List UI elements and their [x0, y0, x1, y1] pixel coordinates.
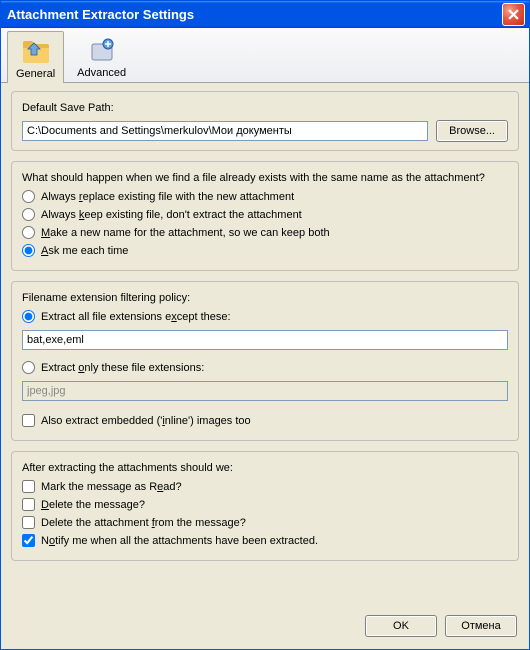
- check-label: Delete the message?: [41, 499, 145, 511]
- overwrite-group: What should happen when we find a file a…: [11, 161, 519, 271]
- radio-keep[interactable]: Always keep existing file, don't extract…: [22, 208, 508, 221]
- radio-input[interactable]: [22, 244, 35, 257]
- radio-label: Make a new name for the attachment, so w…: [41, 227, 330, 239]
- check-label: Notify me when all the attachments have …: [41, 535, 318, 547]
- filter-group: Filename extension filtering policy: Ext…: [11, 281, 519, 441]
- close-icon: [508, 9, 519, 20]
- radio-input[interactable]: [22, 226, 35, 239]
- cancel-button[interactable]: Отмена: [445, 615, 517, 637]
- radio-except[interactable]: Extract all file extensions except these…: [22, 310, 508, 323]
- check-delete-msg[interactable]: Delete the message?: [22, 498, 508, 511]
- tab-bar: General Advanced: [1, 28, 529, 83]
- tab-label: General: [16, 68, 55, 80]
- save-path-label: Default Save Path:: [22, 102, 508, 114]
- radio-rename[interactable]: Make a new name for the attachment, so w…: [22, 226, 508, 239]
- advanced-icon: [86, 34, 118, 66]
- dialog-footer: OK Отмена: [1, 607, 529, 649]
- settings-window: Attachment Extractor Settings General Ad…: [0, 0, 530, 650]
- except-input[interactable]: [22, 330, 508, 350]
- browse-button[interactable]: Browse...: [436, 120, 508, 142]
- radio-label: Always keep existing file, don't extract…: [41, 209, 302, 221]
- close-button[interactable]: [502, 3, 525, 26]
- radio-replace[interactable]: Always replace existing file with the ne…: [22, 190, 508, 203]
- only-input: [22, 381, 508, 401]
- save-path-input[interactable]: [22, 121, 428, 141]
- tab-label: Advanced: [77, 67, 126, 79]
- checkbox-input[interactable]: [22, 534, 35, 547]
- radio-label: Always replace existing file with the ne…: [41, 191, 294, 203]
- check-inline[interactable]: Also extract embedded ('inline') images …: [22, 414, 508, 427]
- radio-input[interactable]: [22, 208, 35, 221]
- check-label: Also extract embedded ('inline') images …: [41, 415, 251, 427]
- check-mark-read[interactable]: Mark the message as Read?: [22, 480, 508, 493]
- check-label: Delete the attachment from the message?: [41, 517, 246, 529]
- radio-label: Extract all file extensions except these…: [41, 311, 231, 323]
- radio-input[interactable]: [22, 190, 35, 203]
- tab-advanced[interactable]: Advanced: [68, 30, 135, 82]
- checkbox-input[interactable]: [22, 498, 35, 511]
- radio-label: Extract only these file extensions:: [41, 362, 204, 374]
- tab-general[interactable]: General: [7, 31, 64, 83]
- radio-input[interactable]: [22, 310, 35, 323]
- after-label: After extracting the attachments should …: [22, 462, 508, 474]
- folder-icon: [20, 35, 52, 67]
- radio-ask[interactable]: Ask me each time: [22, 244, 508, 257]
- radio-only[interactable]: Extract only these file extensions:: [22, 361, 508, 374]
- overwrite-question: What should happen when we find a file a…: [22, 172, 508, 184]
- check-delete-att[interactable]: Delete the attachment from the message?: [22, 516, 508, 529]
- radio-label: Ask me each time: [41, 245, 128, 257]
- after-group: After extracting the attachments should …: [11, 451, 519, 561]
- ok-button[interactable]: OK: [365, 615, 437, 637]
- filter-label: Filename extension filtering policy:: [22, 292, 508, 304]
- save-path-group: Default Save Path: Browse...: [11, 91, 519, 151]
- checkbox-input[interactable]: [22, 516, 35, 529]
- titlebar: Attachment Extractor Settings: [1, 1, 529, 28]
- checkbox-input[interactable]: [22, 480, 35, 493]
- window-title: Attachment Extractor Settings: [7, 7, 502, 22]
- content-area: Default Save Path: Browse... What should…: [1, 83, 529, 607]
- check-label: Mark the message as Read?: [41, 481, 182, 493]
- checkbox-input[interactable]: [22, 414, 35, 427]
- check-notify[interactable]: Notify me when all the attachments have …: [22, 534, 508, 547]
- radio-input[interactable]: [22, 361, 35, 374]
